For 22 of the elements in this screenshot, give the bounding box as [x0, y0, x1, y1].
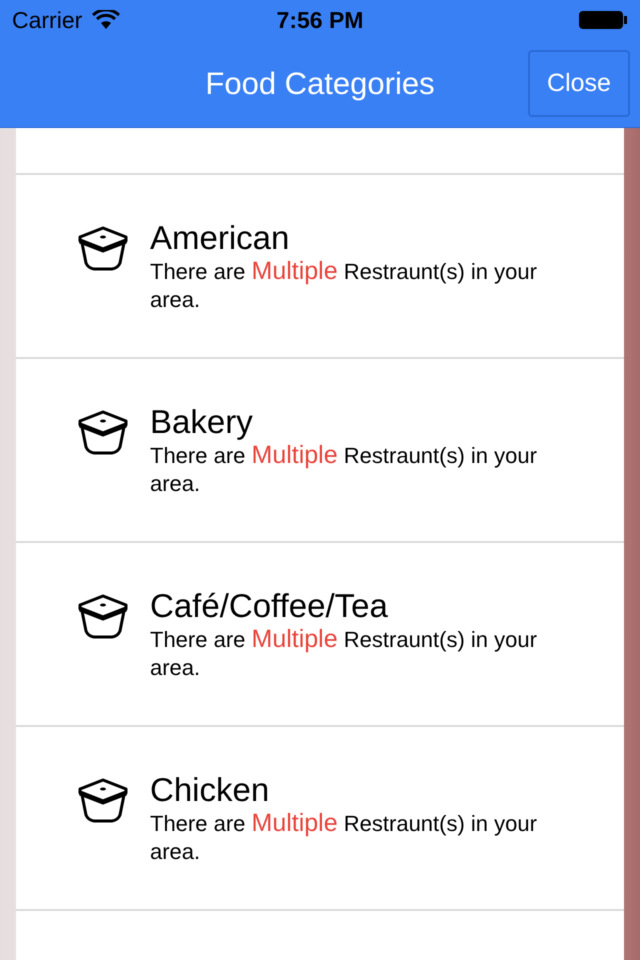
wifi-icon	[92, 10, 120, 30]
carrier-label: Carrier	[12, 6, 82, 35]
screen-title: Food Categories	[205, 64, 435, 103]
container-icon	[76, 593, 130, 639]
container-icon	[76, 777, 130, 823]
category-row[interactable]: Café/Coffee/Tea There are Multiple Restraunt(s) in your area.	[16, 543, 624, 727]
category-name: Chicken	[150, 771, 270, 809]
category-name: Café/Coffee/Tea	[150, 587, 389, 625]
category-name: Bakery	[150, 403, 254, 441]
category-row[interactable]: Bakery There are Multiple Restraunt(s) in your area.	[16, 359, 624, 543]
category-description: There are Multiple Restraunt(s) in your area.	[150, 809, 538, 866]
container-icon	[76, 409, 130, 455]
category-description: There are Multiple Restraunt(s) in your area.	[150, 257, 538, 314]
category-description: There are Multiple Restraunt(s) in your area.	[150, 441, 538, 498]
container-icon	[76, 225, 130, 271]
category-description: There are Multiple Restraunt(s) in your area.	[150, 625, 538, 682]
category-name: American	[150, 219, 290, 257]
category-row[interactable]: American There are Multiple Restraunt(s) in your area.	[16, 175, 624, 359]
close-button[interactable]: Close	[528, 50, 630, 117]
clock-label: 7:56 PM	[276, 6, 364, 35]
category-row[interactable]: Chicken There are Multiple Restraunt(s) in your area.	[16, 727, 624, 911]
battery-icon	[578, 9, 628, 31]
